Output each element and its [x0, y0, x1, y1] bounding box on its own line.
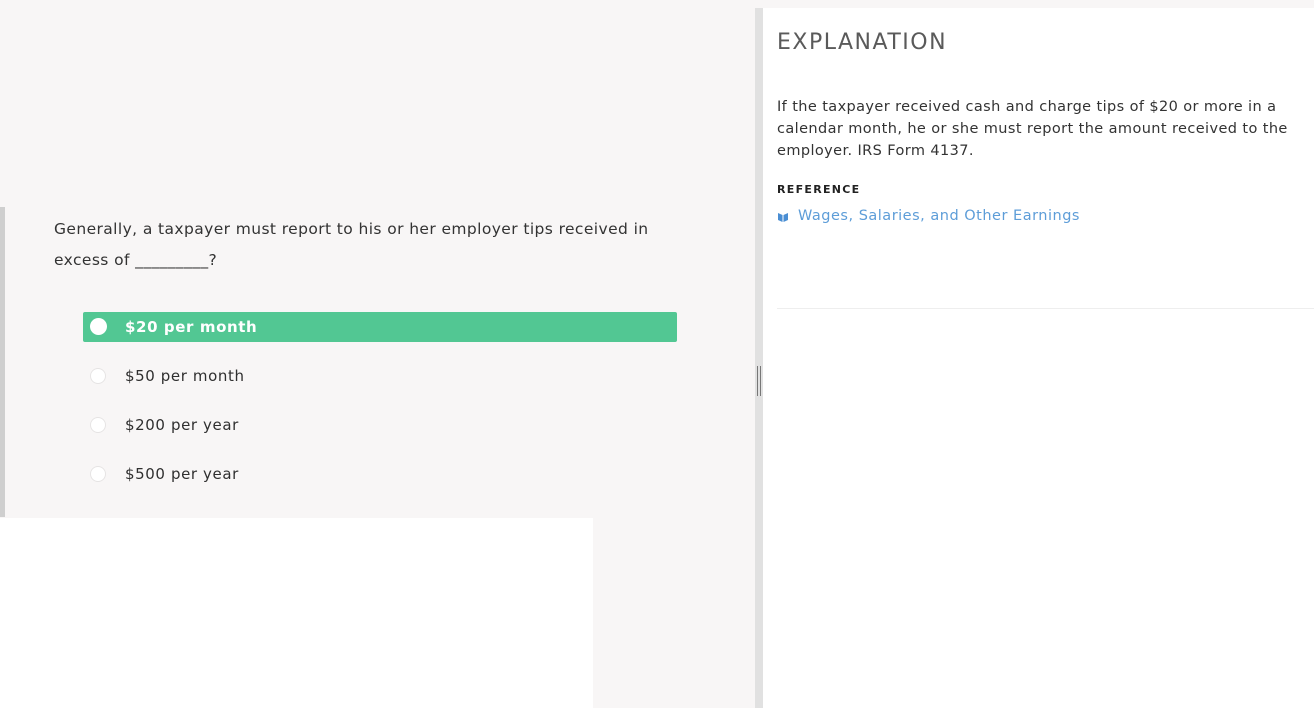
answer-option-4[interactable]: $500 per year [83, 459, 677, 489]
book-icon [778, 213, 788, 222]
answer-option-2[interactable]: $50 per month [83, 361, 677, 391]
question-pane: Generally, a taxpayer must report to his… [0, 0, 755, 708]
radio-icon[interactable] [90, 368, 106, 384]
question-accent-bar [0, 207, 5, 517]
explanation-text: If the taxpayer received cash and charge… [777, 99, 1288, 159]
reference-link[interactable]: Wages, Salaries, and Other Earnings [777, 208, 1080, 224]
radio-icon[interactable] [90, 466, 106, 482]
radio-icon[interactable] [90, 417, 106, 433]
answer-option-1[interactable]: $20 per month [83, 312, 677, 342]
answer-options: $20 per month $50 per month $200 per yea… [83, 312, 677, 508]
answer-option-label: $20 per month [125, 318, 258, 336]
pane-divider[interactable] [755, 8, 763, 708]
answer-option-label: $500 per year [125, 465, 239, 483]
resize-handle-icon[interactable] [757, 366, 761, 396]
answer-option-3[interactable]: $200 per year [83, 410, 677, 440]
answer-option-label: $200 per year [125, 416, 239, 434]
question-text: Generally, a taxpayer must report to his… [54, 220, 649, 269]
divider-line [777, 308, 1314, 309]
bottom-blank-area [0, 518, 593, 708]
answer-option-label: $50 per month [125, 367, 245, 385]
radio-selected-icon[interactable] [90, 318, 107, 335]
explanation-pane: EXPLANATION If the taxpayer received cas… [763, 8, 1314, 708]
reference-link-label: Wages, Salaries, and Other Earnings [798, 208, 1080, 224]
explanation-title: EXPLANATION [777, 30, 948, 55]
reference-heading: REFERENCE [777, 183, 861, 196]
